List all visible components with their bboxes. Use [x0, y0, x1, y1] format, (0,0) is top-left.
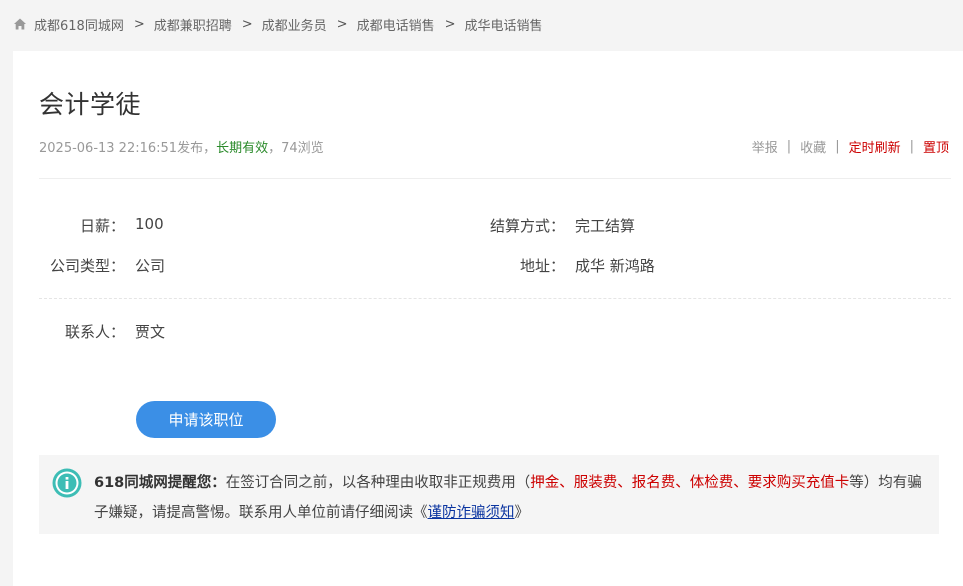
- address-label: 地址：: [519, 257, 565, 275]
- meta-comma: ，: [203, 141, 217, 156]
- notice-heading: 618同城网提醒您：: [94, 475, 226, 491]
- validity-badge: 长期有效: [216, 141, 269, 156]
- divider: [39, 178, 951, 179]
- meta-comma: ，: [268, 141, 282, 156]
- company-type-value: 公司: [135, 257, 166, 275]
- daily-pay-value: 100: [135, 215, 164, 233]
- job-meta: 2025-06-13 22:16:51发布，长期有效，74浏览: [39, 137, 324, 156]
- breadcrumb-separator: >: [133, 16, 145, 32]
- company-type-field: 公司类型： 公司: [39, 255, 165, 276]
- notice-text-part: 在签订合同之前，以各种理由收取非正规费用（: [225, 475, 531, 491]
- breadcrumb-link-telesales[interactable]: 成都电话销售: [357, 15, 435, 34]
- breadcrumb-link-parttime[interactable]: 成都兼职招聘: [154, 15, 232, 34]
- action-divider: |: [835, 139, 840, 154]
- breadcrumb: 成都618同城网 > 成都兼职招聘 > 成都业务员 > 成都电话销售 > 成华电…: [13, 14, 543, 34]
- company-type-label: 公司类型：: [49, 257, 125, 275]
- breadcrumb-link-salesman[interactable]: 成都业务员: [262, 15, 327, 34]
- breadcrumb-separator: >: [336, 16, 348, 32]
- notice-text-part: 》: [514, 505, 530, 521]
- address-value: 成华 新鸿路: [575, 257, 655, 275]
- breadcrumb-link-chenghua-telesales[interactable]: 成华电话销售: [465, 15, 543, 34]
- job-actions: 举报 | 收藏 | 定时刷新 | 置顶: [752, 137, 949, 156]
- timed-refresh-link[interactable]: 定时刷新: [849, 137, 901, 156]
- divider-dashed: [39, 298, 951, 299]
- info-icon: [52, 468, 82, 498]
- publish-time: 2025-06-13 22:16:51发布: [39, 141, 204, 156]
- home-icon[interactable]: [13, 17, 27, 31]
- address-field: 地址： 成华 新鸿路: [453, 255, 655, 276]
- daily-pay-label: 日薪：: [79, 217, 125, 235]
- report-link[interactable]: 举报: [752, 137, 778, 156]
- notice-fees: 押金、服装费、报名费、体检费、要求购买充值卡: [530, 475, 850, 491]
- breadcrumb-link-city[interactable]: 成都618同城网: [34, 15, 124, 34]
- settlement-field: 结算方式： 完工结算: [453, 215, 635, 236]
- view-count: 74浏览: [281, 141, 324, 156]
- contact-field: 联系人： 贾文: [39, 321, 165, 342]
- breadcrumb-separator: >: [444, 16, 456, 32]
- notice-text: 618同城网提醒您：在签订合同之前，以各种理由收取非正规费用（押金、服装费、报名…: [94, 468, 934, 528]
- favorite-link[interactable]: 收藏: [800, 137, 826, 156]
- anti-fraud-link[interactable]: 谨防诈骗须知: [428, 505, 515, 521]
- action-divider: |: [786, 139, 792, 154]
- settlement-value: 完工结算: [575, 217, 636, 235]
- pin-top-link[interactable]: 置顶: [923, 137, 949, 156]
- contact-label: 联系人：: [64, 323, 125, 341]
- daily-pay-field: 日薪： 100: [39, 215, 164, 236]
- apply-job-button[interactable]: 申请该职位: [136, 401, 276, 438]
- page-title: 会计学徒: [39, 90, 142, 119]
- breadcrumb-separator: >: [241, 16, 253, 32]
- settlement-label: 结算方式：: [489, 217, 565, 235]
- job-detail-card: 会计学徒 2025-06-13 22:16:51发布，长期有效，74浏览 举报 …: [13, 51, 963, 586]
- contact-value: 贾文: [135, 323, 166, 341]
- safety-notice: 618同城网提醒您：在签订合同之前，以各种理由收取非正规费用（押金、服装费、报名…: [39, 455, 939, 534]
- action-divider: |: [909, 139, 914, 154]
